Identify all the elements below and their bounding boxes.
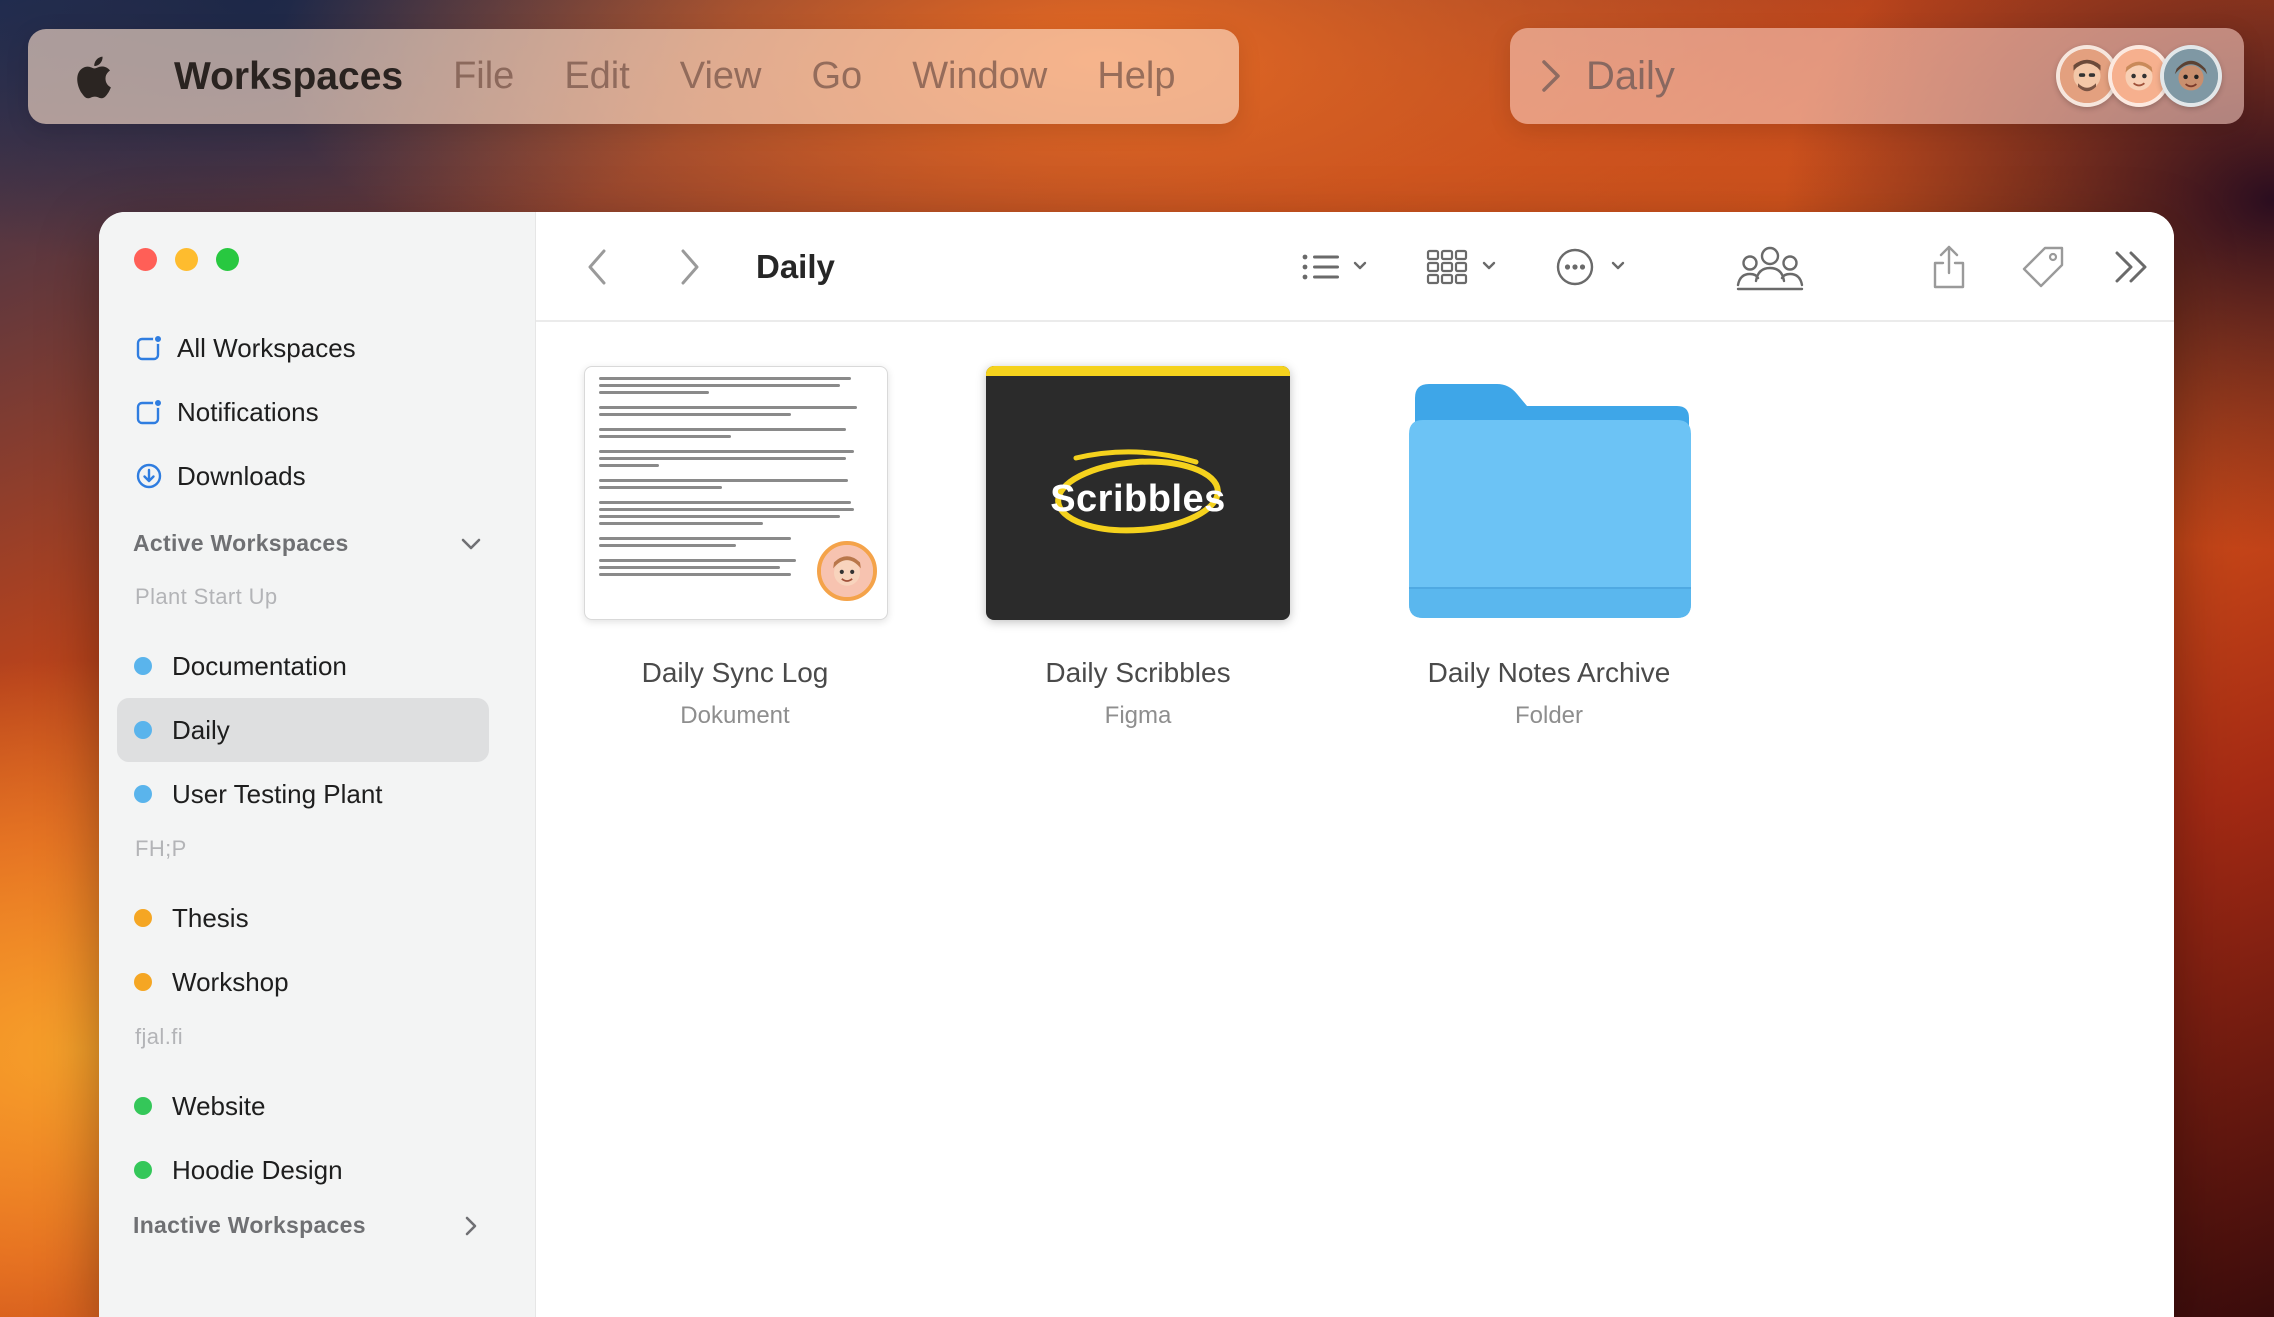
menu-bar: Workspaces File Edit View Go Window Help — [28, 29, 1239, 124]
more-actions-button[interactable] — [1555, 212, 1631, 322]
file-name[interactable]: Daily Notes Archive — [1428, 657, 1671, 689]
tag-button[interactable] — [2020, 212, 2066, 322]
file-kind: Figma — [1104, 702, 1172, 729]
menu-edit[interactable]: Edit — [564, 55, 629, 98]
tag-icon — [2022, 246, 2064, 288]
more-toolbar-button[interactable] — [2111, 212, 2151, 322]
download-circle-icon — [136, 463, 162, 489]
sidebar-item-daily[interactable]: Daily — [117, 698, 489, 762]
color-dot — [134, 973, 152, 991]
sidebar-item-label: User Testing Plant — [172, 778, 383, 809]
section-title: Inactive Workspaces — [133, 1212, 366, 1238]
color-dot — [134, 1161, 152, 1179]
color-dot — [134, 785, 152, 803]
zoom-button[interactable] — [216, 248, 239, 271]
figma-thumbnail[interactable]: Scribbles — [986, 366, 1290, 620]
menu-window[interactable]: Window — [912, 55, 1047, 98]
chevron-left-icon — [588, 249, 606, 285]
section-inactive-workspaces[interactable]: Inactive Workspaces — [133, 1212, 483, 1239]
sidebar-item-thesis[interactable]: Thesis — [117, 886, 489, 950]
square-badge-icon — [136, 398, 163, 425]
list-icon — [1302, 254, 1367, 280]
sidebar-item-label: Hoodie Design — [172, 1154, 343, 1185]
menu-app-name[interactable]: Workspaces — [174, 55, 403, 99]
group-label: FH;P — [135, 836, 187, 861]
path-bar[interactable]: Daily — [1510, 28, 2244, 124]
window-controls — [134, 248, 239, 271]
double-chevron-right-icon — [2115, 251, 2147, 283]
sidebar-item-label: Workshop — [172, 966, 289, 997]
sidebar-item-label: Daily — [172, 714, 230, 745]
grid-icon — [1426, 249, 1496, 285]
forward-button[interactable] — [679, 212, 701, 322]
square-badge-icon — [136, 334, 163, 361]
toolbar: Daily — [536, 212, 2174, 322]
color-dot — [134, 657, 152, 675]
menu-go[interactable]: Go — [811, 55, 862, 98]
finder-window: All Workspaces Notifications Downloads A… — [99, 212, 2174, 1317]
sidebar-item-label: Notifications — [177, 396, 319, 427]
sidebar-item-label: Website — [172, 1090, 266, 1121]
sidebar-item-website[interactable]: Website — [117, 1074, 489, 1138]
sidebar-item-label: All Workspaces — [177, 332, 356, 363]
sidebar-item-documentation[interactable]: Documentation — [117, 634, 489, 698]
chevron-right-icon — [681, 249, 699, 285]
file-name[interactable]: Daily Sync Log — [642, 657, 829, 689]
group-label: Plant Start Up — [135, 584, 278, 609]
ellipsis-circle-icon — [1556, 248, 1625, 286]
list-view-button[interactable] — [1299, 212, 1371, 322]
section-title: Active Workspaces — [133, 530, 349, 556]
collaborator-avatars[interactable] — [2056, 45, 2222, 107]
chevron-right-icon — [1542, 60, 1560, 92]
color-dot — [134, 909, 152, 927]
color-dot — [134, 721, 152, 739]
file-grid: Daily Sync Log Dokument Scribbles Daily … — [536, 322, 2174, 1317]
file-name[interactable]: Daily Scribbles — [1045, 657, 1230, 689]
document-thumbnail[interactable] — [584, 366, 888, 620]
folder-title: Daily — [756, 248, 835, 285]
back-button[interactable] — [586, 212, 608, 322]
sidebar-item-all-workspaces[interactable]: All Workspaces — [135, 328, 356, 368]
file-kind: Dokument — [680, 702, 790, 729]
menu-file[interactable]: File — [453, 55, 514, 98]
sidebar-item-user-testing-plant[interactable]: User Testing Plant — [117, 762, 489, 826]
color-dot — [134, 1097, 152, 1115]
chevron-right-icon[interactable] — [459, 1214, 483, 1238]
file-kind: Folder — [1514, 702, 1584, 729]
share-icon — [1933, 245, 1965, 289]
menu-help[interactable]: Help — [1097, 55, 1175, 98]
sidebar: All Workspaces Notifications Downloads A… — [99, 212, 536, 1317]
section-active-workspaces[interactable]: Active Workspaces — [133, 530, 483, 557]
path-current[interactable]: Daily — [1586, 54, 2066, 99]
sidebar-item-hoodie-design[interactable]: Hoodie Design — [117, 1138, 489, 1202]
avatar[interactable] — [2160, 45, 2222, 107]
folder-icon[interactable] — [1405, 378, 1695, 622]
close-button[interactable] — [134, 248, 157, 271]
sidebar-item-label: Documentation — [172, 650, 347, 681]
grid-view-button[interactable] — [1426, 212, 1502, 322]
avatar — [817, 541, 877, 601]
sidebar-item-downloads[interactable]: Downloads — [135, 456, 306, 496]
menu-view[interactable]: View — [680, 55, 762, 98]
group-label: fjal.fi — [135, 1024, 184, 1049]
sidebar-item-notifications[interactable]: Notifications — [135, 392, 319, 432]
sidebar-item-label: Thesis — [172, 902, 249, 933]
people-icon — [1736, 246, 1804, 291]
thumbnail-title: Scribbles — [1050, 478, 1226, 520]
sidebar-item-label: Downloads — [177, 460, 306, 491]
apple-icon[interactable] — [74, 55, 112, 99]
collaborators-button[interactable] — [1734, 212, 1806, 322]
sidebar-item-workshop[interactable]: Workshop — [117, 950, 489, 1014]
share-button[interactable] — [1931, 212, 1967, 322]
minimize-button[interactable] — [175, 248, 198, 271]
chevron-down-icon[interactable] — [459, 532, 483, 556]
